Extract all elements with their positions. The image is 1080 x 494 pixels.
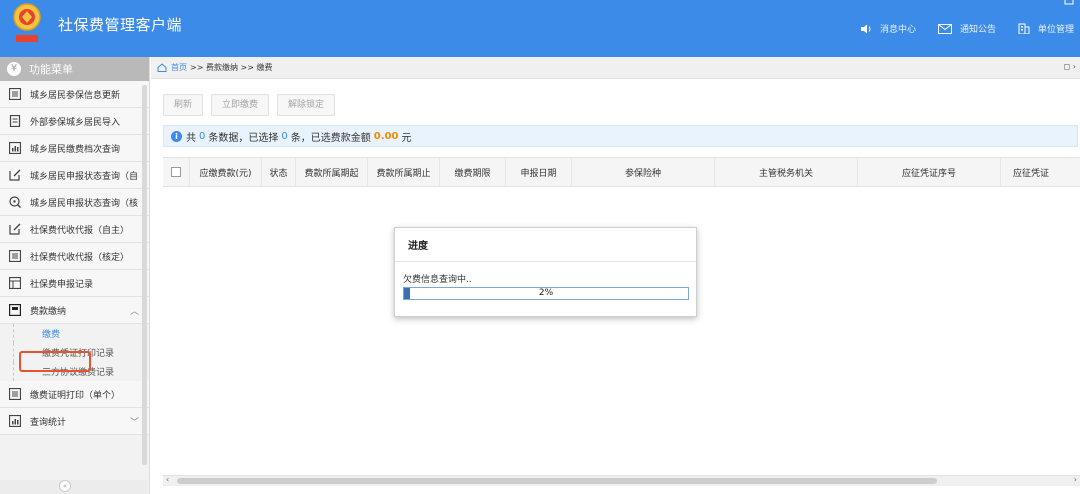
info-icon: i — [171, 130, 182, 142]
column-header[interactable]: 费款所属期起 — [296, 158, 368, 186]
sidebar-item-declare-status-verified[interactable]: 城乡居民申报状态查询（核 — [0, 189, 149, 216]
folder-icon — [9, 304, 21, 316]
nav-message-center[interactable]: 消息中心 — [860, 22, 916, 35]
chart-icon — [9, 142, 21, 154]
dialog-title: 进度 — [395, 228, 696, 262]
sidebar-item-external-import[interactable]: 外部参保城乡居民导入 — [0, 108, 149, 135]
column-header[interactable]: 申报日期 — [506, 158, 572, 186]
sidebar-subitem-tripartite-records[interactable]: 三方协议缴费记录 — [13, 362, 149, 381]
building-icon — [1018, 23, 1030, 34]
select-all-cell — [163, 158, 190, 186]
select-all-checkbox[interactable] — [171, 167, 181, 177]
scroll-left-icon[interactable]: ‹ — [166, 475, 169, 484]
chevron-up-icon: ︿ — [129, 306, 139, 317]
collapse-sidebar-icon[interactable]: « — [59, 480, 71, 492]
sidebar-item-collect-self[interactable]: 社保费代收代报（自主） — [0, 216, 149, 243]
sidebar-item-fee-payment[interactable]: 费款缴纳 ︿ — [0, 297, 149, 324]
sidebar-item-declare-records[interactable]: 社保费申报记录 — [0, 270, 149, 297]
mail-icon — [937, 23, 952, 34]
sidebar-item-collect-verified[interactable]: 社保费代收代报（核定） — [0, 243, 149, 270]
horizontal-scrollbar[interactable]: ‹ › — [163, 475, 1080, 486]
scrollbar-thumb[interactable] — [177, 478, 937, 484]
breadcrumb-path: >> 费款缴纳 >> 缴费 — [190, 63, 273, 72]
tab-controls-icon[interactable]: ◻ › — [1064, 62, 1076, 71]
column-header[interactable]: 应征凭证序号 — [858, 158, 1001, 186]
list-icon — [9, 88, 21, 100]
nav-notice[interactable]: 通知公告 — [937, 22, 996, 35]
dialog-message: 欠费信息查询中.. — [403, 275, 472, 285]
speaker-icon — [860, 24, 871, 33]
edit-icon — [9, 223, 21, 235]
progress-percent: 2% — [538, 288, 554, 298]
chart-icon — [9, 415, 21, 427]
yen-icon: ¥ — [7, 62, 21, 76]
table-icon — [9, 277, 21, 289]
sidebar-subitem-voucher-print-records[interactable]: 缴费凭证打印记录 — [13, 343, 149, 362]
home-icon — [157, 63, 167, 72]
toolbar: 刷新 立即缴费 解除锁定 — [163, 94, 336, 116]
app-title: 社保费管理客户端 — [58, 16, 183, 34]
pay-now-button[interactable]: 立即缴费 — [211, 94, 270, 116]
scroll-right-icon[interactable]: › — [1074, 475, 1077, 484]
sidebar-footer: « — [0, 480, 148, 494]
column-header[interactable]: 状态 — [262, 158, 296, 186]
document-icon — [9, 115, 21, 127]
nav-unit-management[interactable]: 单位管理 — [1018, 22, 1074, 35]
sidebar: ¥ 功能菜单 城乡居民参保信息更新 外部参保城乡居民导入 城乡居民缴费档次查询 … — [0, 57, 150, 494]
chevron-down-icon: ﹀ — [129, 417, 139, 428]
breadcrumb-home-link[interactable]: 首页 — [171, 62, 187, 73]
sidebar-header: ¥ 功能菜单 — [0, 57, 149, 81]
summary-info-bar: i 共 0 条数据，已选择 0 条，已选费款金额 0.00 元 — [163, 125, 1078, 147]
record-count: 0 — [199, 130, 206, 142]
progress-dialog: 进度 欠费信息查询中.. 2% — [394, 227, 697, 317]
sidebar-scrollbar[interactable] — [142, 85, 147, 465]
column-header[interactable]: 应征凭证 — [1001, 158, 1060, 186]
app-header: 社保费管理客户端 消息中心 通知公告 单位管理 — [0, 0, 1080, 57]
top-nav: 消息中心 通知公告 单位管理 — [838, 22, 1074, 35]
edit-icon — [9, 169, 21, 181]
unlock-button[interactable]: 解除锁定 — [277, 94, 336, 116]
window-corner-icon[interactable] — [1064, 0, 1074, 6]
tax-emblem-logo — [13, 3, 41, 42]
refresh-button[interactable]: 刷新 — [163, 94, 204, 116]
selected-amount: 0.00 — [373, 130, 399, 142]
column-header[interactable]: 费款所属期止 — [368, 158, 440, 186]
sidebar-subitem-payment[interactable]: 缴费 — [13, 324, 149, 343]
column-header[interactable]: 缴费期限 — [440, 158, 506, 186]
list-icon — [9, 250, 21, 262]
progress-bar: 2% — [403, 287, 689, 300]
selected-count: 0 — [281, 130, 288, 142]
sidebar-item-payment-proof-print[interactable]: 缴费证明打印（单个） — [0, 381, 149, 408]
column-header[interactable]: 主管税务机关 — [715, 158, 858, 186]
search-icon — [9, 196, 21, 208]
sidebar-item-query-stats[interactable]: 查询统计 ﹀ — [0, 408, 149, 435]
sidebar-item-payment-grade-query[interactable]: 城乡居民缴费档次查询 — [0, 135, 149, 162]
column-header[interactable]: 应缴费款(元) — [190, 158, 262, 186]
table-header: 应缴费款(元) 状态 费款所属期起 费款所属期止 缴费期限 申报日期 参保险种 … — [163, 157, 1080, 187]
breadcrumb: 首页 >> 费款缴纳 >> 缴费 ◻ › — [151, 57, 1080, 79]
column-header[interactable]: 参保险种 — [572, 158, 715, 186]
sidebar-item-urban-rural-info-update[interactable]: 城乡居民参保信息更新 — [0, 81, 149, 108]
sidebar-item-declare-status-self[interactable]: 城乡居民申报状态查询（自 — [0, 162, 149, 189]
list-icon — [9, 388, 21, 400]
